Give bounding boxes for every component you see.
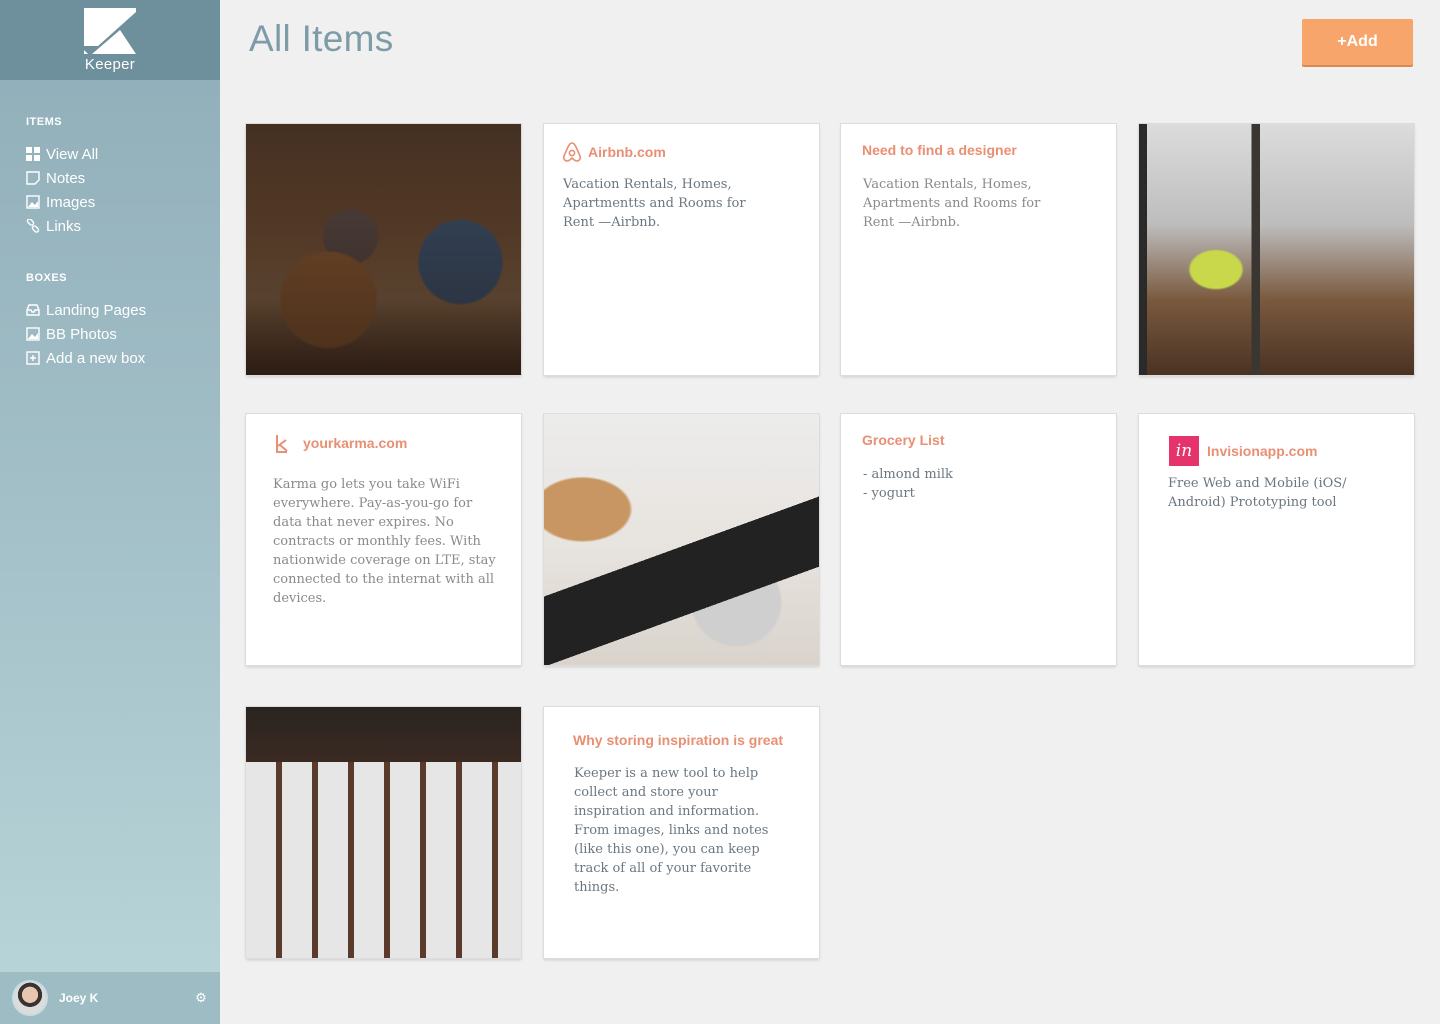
note-card-inspiration[interactable]: Why storing inspiration is great Keeper … [544,707,819,958]
sidebar-item-label: View All [46,145,99,163]
image-card-office[interactable] [1139,124,1414,375]
card-title: yourkarma.com [303,435,408,451]
card-body: Free Web and Mobile (iOS/ Android) Proto… [1168,476,1347,510]
link-card-airbnb[interactable]: Airbnb.com Vacation Rentals, Homes, Apar… [544,124,819,375]
note-card-grocery[interactable]: Grocery List - almond milk - yogurt [841,414,1116,665]
items-heading: ITEMS [26,116,63,128]
office-photo [1139,124,1414,375]
note-card-designer[interactable]: Need to find a designer Vacation Rentals… [841,124,1116,375]
list-item: - almond milk [863,467,953,482]
sidebar-item-label: Add a new box [46,349,146,367]
sidebar-item-view-all[interactable]: View All [26,142,194,166]
sidebar-item-notes[interactable]: Notes [26,166,194,190]
sidebar-item-label: Landing Pages [46,301,147,319]
card-title: Need to find a designer [862,142,1017,158]
card-body: Karma go lets you take WiFi everywhere. … [273,477,496,606]
image-icon [26,327,40,341]
image-card-bar[interactable] [246,124,521,375]
image-card-desk[interactable] [544,414,819,665]
sidebar-item-links[interactable]: Links [26,214,194,238]
card-title: Invisionapp.com [1207,443,1318,459]
bar-photo [246,124,521,375]
card-body: Keeper is a new tool to help collect and… [574,766,769,895]
card-title: Why storing inspiration is great [573,732,784,748]
card-body: Vacation Rentals, Homes, Apartmentts and… [563,177,746,230]
card-body: Vacation Rentals, Homes, Apartments and … [863,177,1041,230]
sidebar-item-bb-photos[interactable]: BB Photos [26,322,194,346]
desk-photo [544,414,819,665]
user-footer: Joey K ⚙ [0,972,220,1024]
image-card-loft[interactable] [246,707,521,958]
card-body: - almond milk - yogurt [863,465,1063,503]
invision-logo-icon: in [1169,436,1199,466]
sidebar-item-label: Links [46,217,82,235]
inbox-icon [26,304,40,316]
karma-logo-icon [276,435,288,453]
sidebar-item-label: Images [46,193,96,211]
gear-icon[interactable]: ⚙ [194,991,208,1005]
boxes-heading: BOXES [26,272,68,284]
add-button[interactable]: +Add [1302,19,1413,65]
sidebar-item-label: BB Photos [46,325,117,343]
link-card-invision[interactable]: in Invisionapp.com Free Web and Mobile (… [1139,414,1414,665]
sidebar-item-label: Notes [46,169,86,187]
grid-icon [26,147,40,161]
plus-box-icon [26,351,40,365]
link-icon [26,219,40,233]
airbnb-logo-icon [562,142,582,162]
logo[interactable]: Keeper [0,0,220,80]
card-title: Airbnb.com [588,144,666,160]
user-name: Joey K [59,991,99,1005]
sidebar-item-images[interactable]: Images [26,190,194,214]
sidebar-item-add-box[interactable]: Add a new box [26,346,194,370]
sidebar-item-landing-pages[interactable]: Landing Pages [26,298,194,322]
image-icon [26,195,40,209]
list-item: - yogurt [863,486,915,501]
card-title: Grocery List [862,432,945,448]
page-title: All Items [249,18,394,59]
avatar[interactable] [12,980,48,1016]
sidebar: Keeper ITEMS View All Notes Images Links… [0,0,220,1024]
link-card-karma[interactable]: yourkarma.com Karma go lets you take WiF… [246,414,521,665]
loft-photo [246,707,521,958]
note-icon [26,171,40,185]
keeper-logo-icon [84,7,136,54]
app-name: Keeper [84,55,136,73]
